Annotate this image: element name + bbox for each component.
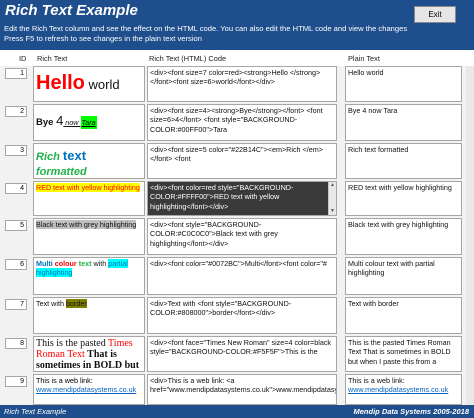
instructions: Edit the Rich Text column and see the ef… xyxy=(4,24,444,44)
rich-text-run: with xyxy=(91,259,109,268)
column-headers: ID Rich Text Rich Text (HTML) Code Plain… xyxy=(0,50,474,66)
id-field[interactable]: 6 xyxy=(5,259,27,270)
table-row: 6 Multi colour text with partial highlig… xyxy=(0,257,474,297)
plain-text-field: Black text with grey highlighting xyxy=(345,218,462,255)
html-code-field[interactable]: <div><font size=5 color="#22B14C"><em>Ri… xyxy=(147,143,337,179)
rich-text-run: Hello xyxy=(36,72,85,94)
id-field[interactable]: 4 xyxy=(5,183,27,194)
rich-text-run: text xyxy=(76,259,92,268)
id-field[interactable]: 7 xyxy=(5,299,27,310)
rich-text-run: Bye xyxy=(36,117,57,128)
plain-text-field: This is a web link: www.mendipdatasystem… xyxy=(345,374,462,405)
html-code-field[interactable]: <div><font style="BACKGROUND-COLOR:#C0C0… xyxy=(147,218,337,255)
column-header-html-code: Rich Text (HTML) Code xyxy=(149,54,227,63)
table-row: 3 Rich text formatted <div><font size=5 … xyxy=(0,143,474,181)
plain-text-line: This is a web link: xyxy=(348,376,405,385)
table-row: 2 Bye 4 now Tara <div><font size=4><stro… xyxy=(0,104,474,143)
html-code-field[interactable]: <div><font face="Times New Roman" size=4… xyxy=(147,336,337,372)
rich-text-run: This is a web link: xyxy=(36,376,93,385)
rich-text-run: Black text with grey highlighting xyxy=(36,220,137,229)
plain-text-field: Text with border xyxy=(345,297,462,334)
html-code-field[interactable]: <div>Text with <font style="BACKGROUND-C… xyxy=(147,297,337,334)
scroll-up-icon[interactable]: ▲ xyxy=(329,182,336,189)
web-link[interactable]: www.mendipdatasystems.co.uk xyxy=(348,385,459,394)
html-code-field[interactable]: <div><font size=7 color=red><strong>Hell… xyxy=(147,66,337,102)
footer-copyright: Mendip Data Systems 2005-2018 xyxy=(353,407,469,416)
plain-text-field: Multi colour text with partial highlight… xyxy=(345,257,462,295)
id-field[interactable]: 3 xyxy=(5,145,27,156)
table-row: 1 Hello world <div><font size=7 color=re… xyxy=(0,66,474,104)
instructions-line-1: Edit the Rich Text column and see the ef… xyxy=(4,24,408,33)
form-header: Rich Text Example Edit the Rich Text col… xyxy=(0,0,474,50)
page-title: Rich Text Example xyxy=(5,2,138,19)
html-code-scrollbar[interactable]: ▲ ▼ xyxy=(328,182,336,215)
records-grid: 1 Hello world <div><font size=7 color=re… xyxy=(0,66,474,405)
html-code-field[interactable]: <div><font color=red style="BACKGROUND-C… xyxy=(147,181,337,216)
html-code-field[interactable]: <div>This is a web link: <a href="www.me… xyxy=(147,374,337,405)
html-code-text: <div><font color=red style="BACKGROUND-C… xyxy=(150,183,294,211)
rich-text-field[interactable]: Multi colour text with partial highlight… xyxy=(33,257,145,295)
column-header-rich-text: Rich Text xyxy=(37,54,68,63)
instructions-line-2: Press F5 to refresh to see changes in th… xyxy=(4,34,202,43)
column-header-plain-text: Plain Text xyxy=(348,54,380,63)
rich-text-field[interactable]: RED text with yellow highlighting xyxy=(33,181,145,216)
web-link[interactable]: www.mendipdatasystems.co.uk xyxy=(36,385,142,394)
rich-text-run: Tara xyxy=(80,116,97,129)
id-field[interactable]: 2 xyxy=(5,106,27,117)
rich-text-run: Rich xyxy=(36,151,63,163)
scroll-down-icon[interactable]: ▼ xyxy=(329,208,336,215)
table-row: 7 Text with border <div>Text with <font … xyxy=(0,297,474,336)
id-field[interactable]: 9 xyxy=(5,376,27,387)
table-row: 5 Black text with grey highlighting <div… xyxy=(0,218,474,257)
table-row: 4 RED text with yellow highlighting <div… xyxy=(0,181,474,218)
plain-text-field: Rich text formatted xyxy=(345,143,462,179)
form-scrollbar[interactable] xyxy=(466,66,474,405)
rich-text-run: border xyxy=(65,299,87,308)
footer-title: Rich Text Example xyxy=(4,407,67,416)
plain-text-field: This is the pasted Times Roman Text That… xyxy=(345,336,462,372)
rich-text-run: This is the pasted xyxy=(36,338,109,349)
rich-text-field[interactable]: Hello world xyxy=(33,66,145,102)
rich-text-run: formatted xyxy=(36,166,87,178)
rich-text-field[interactable]: Bye 4 now Tara xyxy=(33,104,145,141)
table-row: 8 This is the pasted Times Roman Text Th… xyxy=(0,336,474,374)
form-footer: Rich Text Example Mendip Data Systems 20… xyxy=(0,405,474,418)
plain-text-field: Hello world xyxy=(345,66,462,102)
plain-text-field: Bye 4 now Tara xyxy=(345,104,462,141)
rich-text-run: now xyxy=(63,118,81,127)
rich-text-field[interactable]: This is the pasted Times Roman Text That… xyxy=(33,336,145,372)
rich-text-field[interactable]: Text with border xyxy=(33,297,145,334)
id-field[interactable]: 5 xyxy=(5,220,27,231)
rich-text-run: world xyxy=(84,77,120,92)
rich-text-run: colour xyxy=(54,259,77,268)
rich-text-field[interactable]: Black text with grey highlighting xyxy=(33,218,145,255)
rich-text-field[interactable]: Rich text formatted xyxy=(33,143,145,179)
table-row: 9 This is a web link: www.mendipdatasyst… xyxy=(0,374,474,405)
exit-button[interactable]: Exit xyxy=(414,6,456,23)
rich-text-run: Text with xyxy=(36,299,66,308)
rich-text-run: Multi xyxy=(36,259,55,268)
rich-text-run: RED text with yellow highlighting xyxy=(36,183,140,192)
rich-text-run: text xyxy=(62,148,87,163)
rich-text-field[interactable]: This is a web link: www.mendipdatasystem… xyxy=(33,374,145,405)
id-field[interactable]: 1 xyxy=(5,68,27,79)
column-header-id: ID xyxy=(19,54,27,63)
html-code-field[interactable]: <div><font color="#0072BC">Multi</font><… xyxy=(147,257,337,295)
html-code-field[interactable]: <div><font size=4><strong>Bye</strong></… xyxy=(147,104,337,141)
id-field[interactable]: 8 xyxy=(5,338,27,349)
plain-text-field: RED text with yellow highlighting xyxy=(345,181,462,216)
